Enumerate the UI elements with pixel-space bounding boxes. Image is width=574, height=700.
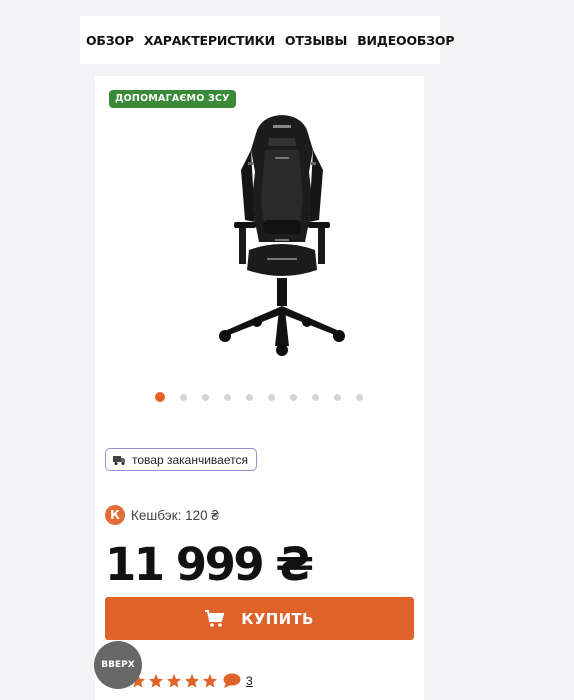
product-page: ОБЗОР ХАРАКТЕРИСТИКИ ОТЗЫВЫ ВИДЕООБЗОР Д… — [0, 0, 574, 700]
gallery-dot[interactable] — [290, 393, 297, 401]
tab-video-review[interactable]: ВИДЕООБЗОР — [357, 33, 454, 48]
buy-button[interactable]: КУПИТЬ — [105, 597, 414, 640]
stock-status-text: товар заканчивается — [132, 452, 248, 467]
cashback-info: К Кешбэк: 120 ₴ — [105, 505, 219, 525]
star-icon — [202, 674, 218, 688]
gallery-dot[interactable] — [334, 393, 341, 401]
gallery-dot[interactable] — [268, 393, 275, 401]
product-tabs: ОБЗОР ХАРАКТЕРИСТИКИ ОТЗЫВЫ ВИДЕООБЗОР — [80, 16, 454, 64]
star-icon — [166, 674, 182, 688]
truck-icon — [113, 455, 125, 465]
tab-reviews[interactable]: ОТЗЫВЫ — [285, 33, 347, 48]
support-badge: ДОПОМАГАЄМО ЗСУ — [109, 90, 236, 108]
gaming-chair-image[interactable] — [205, 110, 360, 360]
stock-status-badge: товар заканчивается — [105, 448, 257, 471]
gallery-dot[interactable] — [224, 393, 231, 401]
product-price: 11 999 ₴ — [105, 538, 314, 591]
product-card: ДОПОМАГАЄМО ЗСУ товар заканчивается К Ке… — [95, 76, 424, 700]
gallery-dot[interactable] — [246, 393, 253, 401]
reviews-count: 3 — [246, 673, 253, 688]
gallery-dots — [95, 392, 424, 402]
tab-overview[interactable]: ОБЗОР — [86, 33, 134, 48]
gallery-dot[interactable] — [202, 393, 209, 401]
scroll-to-top-button[interactable]: ВВЕРХ — [94, 641, 142, 689]
gallery-dot[interactable] — [155, 392, 165, 402]
cashback-text: Кешбэк: 120 ₴ — [131, 507, 219, 523]
tab-specifications[interactable]: ХАРАКТЕРИСТИКИ — [144, 33, 275, 48]
gallery-dot[interactable] — [356, 393, 363, 401]
cashback-logo-icon: К — [105, 505, 125, 525]
buy-button-label: КУПИТЬ — [241, 609, 314, 628]
reviews-link[interactable]: 3 — [223, 673, 253, 688]
cart-icon — [205, 609, 225, 627]
rating-stars — [130, 673, 218, 689]
gallery-dot[interactable] — [180, 393, 187, 401]
star-icon — [148, 674, 164, 688]
star-icon — [184, 674, 200, 688]
gallery-dot[interactable] — [312, 393, 319, 401]
comment-icon — [223, 673, 241, 688]
